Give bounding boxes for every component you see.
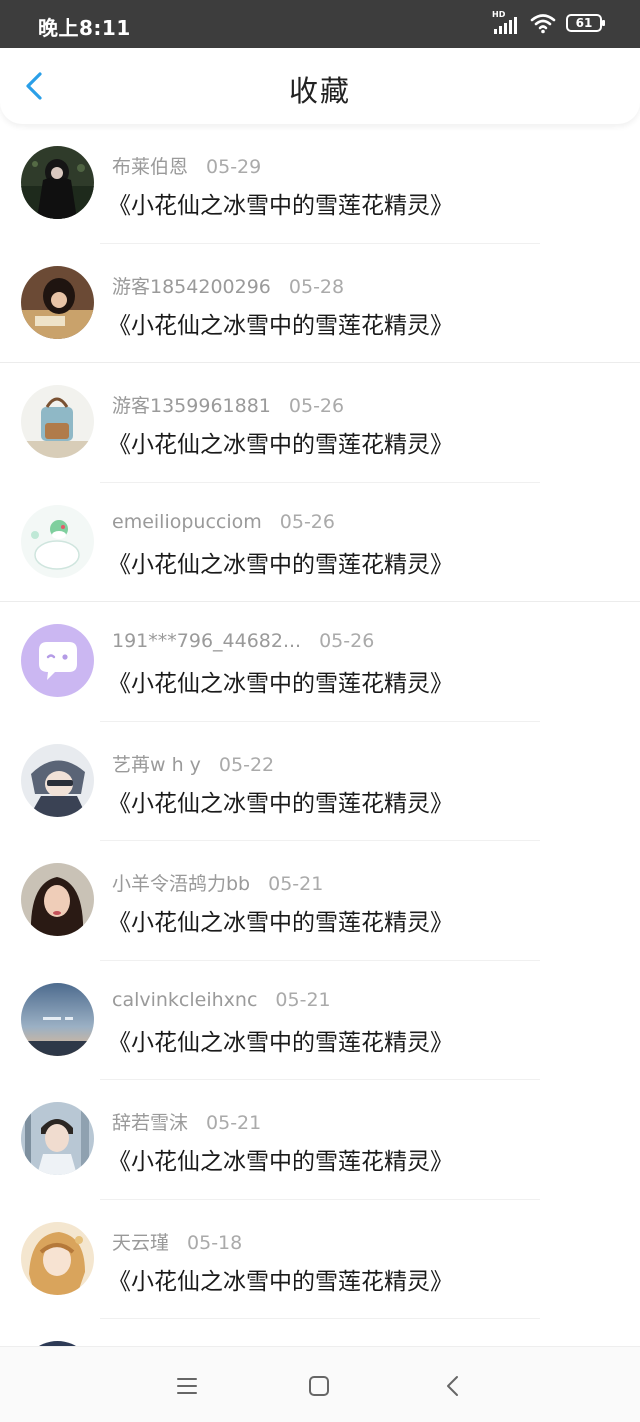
header: 收藏 (0, 48, 640, 124)
avatar[interactable] (21, 624, 94, 697)
list-item[interactable]: emeiliopucciom 05-26 《小花仙之冰雪中的雪莲花精灵》 (0, 483, 640, 602)
item-meta: 辞若雪沫 05-21 (112, 1108, 261, 1135)
list-item[interactable]: 艺苒w h y 05-22 《小花仙之冰雪中的雪莲花精灵》 (0, 722, 640, 841)
item-title: 《小花仙之冰雪中的雪莲花精灵》 (108, 312, 453, 339)
user-name: 辞若雪沫 (112, 1112, 189, 1134)
list-item[interactable]: 游客1359961881 05-26 《小花仙之冰雪中的雪莲花精灵》 (0, 363, 640, 483)
wifi-icon (530, 14, 556, 34)
list-item[interactable]: 191***796_44682... 05-26 《小花仙之冰雪中的雪莲花精灵》 (0, 602, 640, 722)
item-date: 05-29 (206, 156, 262, 178)
item-meta: calvinkcleihxnc 05-21 (112, 989, 331, 1011)
item-meta: 艺苒w h y 05-22 (112, 750, 274, 777)
favorites-list: 布莱伯恩 05-29 《小花仙之冰雪中的雪莲花精灵》 游客1854200296 05… (0, 124, 640, 1346)
item-date: 05-26 (319, 630, 375, 652)
avatar[interactable] (21, 743, 94, 817)
battery-icon: 61 (566, 14, 605, 32)
avatar[interactable] (21, 504, 94, 578)
item-title: 《小花仙之冰雪中的雪莲花精灵》 (108, 1268, 453, 1295)
item-date: 05-22 (218, 753, 275, 776)
user-name: calvinkcleihxnc (112, 988, 258, 1011)
menu-button[interactable] (174, 1373, 200, 1399)
item-date: 05-26 (279, 510, 335, 533)
avatar[interactable] (21, 265, 94, 339)
list-item[interactable]: 游客1854200296 05-28 《小花仙之冰雪中的雪莲花精灵》 (0, 244, 640, 363)
user-name: emeiliopucciom (112, 510, 262, 533)
item-title: 《小花仙之冰雪中的雪莲花精灵》 (108, 1029, 453, 1056)
list-item[interactable]: 小羊令浯鸪力bb 05-21 《小花仙之冰雪中的雪莲花精灵》 (0, 841, 640, 961)
avatar[interactable] (21, 385, 94, 458)
item-meta: 天云瑾 05-18 (112, 1228, 242, 1255)
item-meta: 游客1359961881 05-26 (112, 391, 344, 418)
user-name: 天云瑾 (112, 1231, 170, 1254)
item-meta: 布莱伯恩 05-29 (112, 152, 261, 179)
avatar[interactable] (21, 1102, 94, 1175)
avatar[interactable] (21, 146, 94, 219)
signal-icon: HD (492, 10, 520, 36)
avatar[interactable] (21, 863, 94, 936)
battery-level: 61 (575, 16, 593, 30)
user-name: 小羊令浯鸪力bb (112, 873, 251, 895)
item-title: 《小花仙之冰雪中的雪莲花精灵》 (108, 790, 453, 817)
avatar[interactable] (21, 982, 94, 1056)
status-time: 晚上8:11 (38, 16, 131, 40)
item-meta: 小羊令浯鸪力bb 05-21 (112, 869, 323, 896)
list-item[interactable]: 天云瑾 05-18 《小花仙之冰雪中的雪莲花精灵》 (0, 1200, 640, 1319)
item-date: 05-21 (275, 988, 331, 1011)
back-nav-button[interactable] (440, 1373, 466, 1399)
item-meta: 191***796_44682... 05-26 (112, 630, 374, 652)
chat-bubble-icon (21, 624, 94, 697)
item-meta: 游客1854200296 05-28 (112, 272, 344, 299)
item-date: 05-18 (187, 1231, 243, 1254)
item-title: 《小花仙之冰雪中的雪莲花精灵》 (108, 671, 453, 697)
list-item[interactable]: 辞若雪沫 05-21 《小花仙之冰雪中的雪莲花精灵》 (0, 1080, 640, 1200)
item-title: 《小花仙之冰雪中的雪莲花精灵》 (108, 910, 453, 936)
user-name: 布莱伯恩 (112, 156, 189, 178)
item-title: 《小花仙之冰雪中的雪莲花精灵》 (108, 193, 453, 219)
item-date: 05-21 (206, 1112, 262, 1134)
item-title: 《小花仙之冰雪中的雪莲花精灵》 (108, 432, 453, 458)
status-icons: HD 61 (492, 10, 605, 36)
avatar[interactable] (21, 1221, 94, 1295)
user-name: 191***796_44682... (112, 630, 302, 652)
home-button[interactable] (306, 1373, 332, 1399)
item-title: 《小花仙之冰雪中的雪莲花精灵》 (108, 551, 453, 578)
list-item-partial (0, 1319, 640, 1346)
user-name: 游客1854200296 (112, 275, 271, 298)
status-bar: 晚上8:11 HD 61 (0, 0, 640, 48)
home-square-icon (309, 1376, 329, 1396)
page-title: 收藏 (288, 74, 351, 108)
item-title: 《小花仙之冰雪中的雪莲花精灵》 (108, 1149, 453, 1175)
system-nav-bar (0, 1346, 640, 1422)
item-meta: emeiliopucciom 05-26 (112, 511, 335, 533)
user-name: 游客1359961881 (112, 395, 271, 417)
list-item[interactable]: 布莱伯恩 05-29 《小花仙之冰雪中的雪莲花精灵》 (0, 124, 640, 244)
item-date: 05-28 (288, 275, 345, 298)
list-item[interactable]: calvinkcleihxnc 05-21 《小花仙之冰雪中的雪莲花精灵》 (0, 961, 640, 1080)
user-name: 艺苒w h y (112, 753, 201, 776)
menu-icon (177, 1378, 197, 1394)
chevron-left-icon (447, 1376, 458, 1396)
item-date: 05-26 (288, 395, 345, 417)
item-date: 05-21 (268, 873, 324, 895)
